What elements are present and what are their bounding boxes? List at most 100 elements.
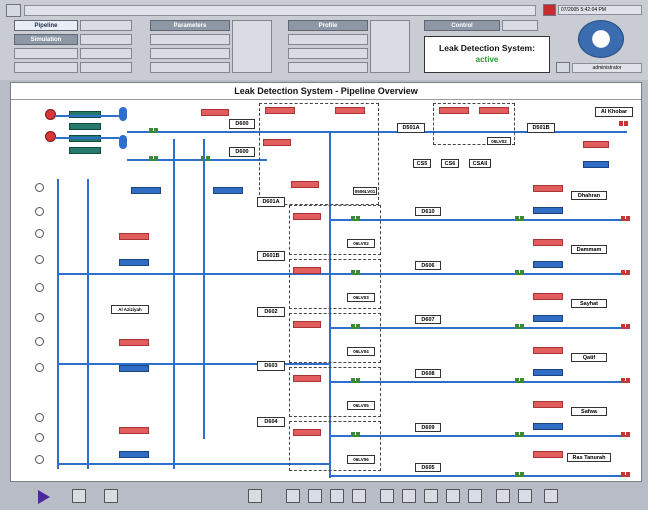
pressure-alarm — [119, 233, 149, 240]
valve-icon[interactable] — [621, 216, 630, 221]
valve-icon[interactable] — [515, 324, 524, 329]
city-label: Al Khobar — [595, 107, 633, 117]
city-label: Safwa — [571, 407, 607, 416]
edit-icon[interactable] — [544, 489, 558, 503]
pipe — [57, 363, 329, 365]
valve-icon[interactable] — [621, 270, 630, 275]
export-icon[interactable] — [424, 489, 438, 503]
arrow-right-icon[interactable] — [402, 489, 416, 503]
tab-control[interactable]: Control — [424, 20, 500, 31]
slot-group — [288, 62, 368, 73]
pressure-alarm — [533, 293, 563, 300]
pump-icon[interactable] — [35, 413, 44, 422]
back-icon[interactable] — [286, 489, 300, 503]
section-label: D610 — [415, 207, 441, 216]
cs-button[interactable]: CSAll — [469, 159, 491, 168]
flow-indicator — [533, 315, 563, 322]
help-icon[interactable] — [352, 489, 366, 503]
pump-icon[interactable] — [35, 313, 44, 322]
valve-icon[interactable] — [619, 121, 628, 126]
lv-label: 06LV04 — [347, 347, 375, 356]
key-icon[interactable] — [72, 489, 86, 503]
valve-icon[interactable] — [515, 216, 524, 221]
pump-icon[interactable] — [35, 455, 44, 464]
pump-icon[interactable] — [35, 337, 44, 346]
valve-icon[interactable] — [621, 378, 630, 383]
pump-icon[interactable] — [35, 283, 44, 292]
user-display: administrator — [572, 63, 642, 73]
valve-icon[interactable] — [351, 324, 360, 329]
slot-group — [150, 48, 230, 59]
pressure-alarm — [265, 107, 295, 114]
pressure-alarm — [533, 239, 563, 246]
city-label: Qatif — [571, 353, 607, 362]
forward-icon[interactable] — [330, 489, 344, 503]
pipe — [329, 219, 629, 221]
undo-icon[interactable] — [380, 489, 394, 503]
pump-icon[interactable] — [35, 433, 44, 442]
flow-indicator — [213, 187, 243, 194]
pressure-alarm — [293, 429, 321, 436]
pump-icon[interactable] — [35, 229, 44, 238]
section-label: D609 — [415, 423, 441, 432]
pressure-alarm — [119, 339, 149, 346]
pressure-alarm — [119, 427, 149, 434]
valve-icon[interactable] — [351, 270, 360, 275]
close-icon[interactable] — [496, 489, 510, 503]
tower-label: D601B — [257, 251, 285, 261]
valve-icon[interactable] — [515, 472, 524, 477]
tab-pipeline[interactable]: Pipeline — [14, 20, 78, 31]
home-icon[interactable] — [308, 489, 322, 503]
cs-button[interactable]: CS6 — [441, 159, 459, 168]
chart-icon[interactable] — [446, 489, 460, 503]
valve-icon[interactable] — [621, 324, 630, 329]
valve-icon[interactable] — [621, 432, 630, 437]
save-icon[interactable] — [248, 489, 262, 503]
tower-label: D600 — [229, 147, 255, 157]
report-icon[interactable] — [468, 489, 482, 503]
flow-indicator — [119, 259, 149, 266]
slot-group — [14, 62, 78, 73]
company-logo-icon — [578, 20, 624, 58]
pressure-alarm — [293, 267, 321, 274]
title-field — [24, 5, 536, 16]
valve-icon[interactable] — [515, 432, 524, 437]
menu-icon[interactable] — [6, 4, 21, 17]
city-label: Dammam — [571, 245, 607, 254]
flow-indicator — [119, 365, 149, 372]
pressure-alarm — [335, 107, 365, 114]
valve-icon[interactable] — [621, 472, 630, 477]
slot-group — [232, 20, 272, 73]
valve-icon[interactable] — [351, 216, 360, 221]
cs-button[interactable]: CS5 — [413, 159, 431, 168]
play-icon[interactable] — [38, 490, 50, 504]
note-icon[interactable] — [104, 489, 118, 503]
pipe — [329, 273, 629, 275]
valve-icon[interactable] — [149, 156, 158, 161]
pump-icon[interactable] — [35, 207, 44, 216]
pressure-alarm — [479, 107, 509, 114]
pump-icon[interactable] — [35, 255, 44, 264]
lv-label: 06LV02 — [347, 239, 375, 248]
flow-indicator — [583, 161, 609, 168]
pipe — [329, 381, 629, 383]
tab-profile[interactable]: Profile — [288, 20, 368, 31]
alarm-icon[interactable] — [543, 4, 556, 16]
tab-parameters[interactable]: Parameters — [150, 20, 230, 31]
flow-display — [69, 123, 101, 130]
pressure-alarm — [293, 321, 321, 328]
pump-icon[interactable] — [35, 183, 44, 192]
pipe — [55, 137, 119, 139]
tab-simulation[interactable]: Simulation — [14, 34, 78, 45]
valve-icon[interactable] — [149, 128, 158, 133]
user-icon[interactable] — [518, 489, 532, 503]
tower-label: D604 — [257, 417, 285, 427]
lv-label: 05LV02 — [487, 137, 511, 145]
pipeline-overview-panel: Leak Detection System - Pipeline Overvie… — [10, 82, 642, 482]
valve-icon[interactable] — [351, 432, 360, 437]
valve-icon[interactable] — [351, 378, 360, 383]
pump-icon[interactable] — [35, 363, 44, 372]
printer-icon[interactable] — [556, 62, 570, 73]
valve-icon[interactable] — [515, 378, 524, 383]
valve-icon[interactable] — [515, 270, 524, 275]
